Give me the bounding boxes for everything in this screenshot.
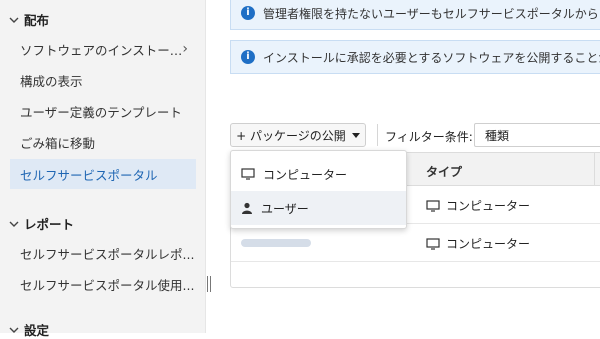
type-cell: コンピューター [426, 197, 530, 214]
publish-label: + パッケージの公開 [236, 128, 346, 143]
filter-value: 種類 [485, 128, 510, 143]
sidebar-item-ssp-usage[interactable]: セルフサービスポータル使用... [10, 269, 196, 299]
info-banner-approval: i インストールに承認を必要とするソフトウェアを公開することがで [230, 40, 600, 74]
sidebar-item-user-templates[interactable]: ユーザー定義のテンプレート [10, 96, 196, 126]
chevron-down-icon [9, 221, 19, 227]
info-icon: i [241, 50, 255, 64]
menu-item-user[interactable]: ユーザー [231, 191, 406, 225]
monitor-icon [426, 199, 440, 212]
section-distribution[interactable]: 配布 [8, 10, 49, 29]
sidebar-item-label: 構成の表示 [20, 73, 83, 89]
section-title: レポート [24, 217, 75, 232]
publish-dropdown-menu: コンピューター ユーザー [230, 150, 407, 229]
type-cell: コンピューター [426, 235, 530, 252]
sidebar-item-label: セルフサービスポータル [20, 167, 158, 183]
sidebar-item-self-service-portal[interactable]: セルフサービスポータル [10, 159, 196, 189]
sidebar-item-trash[interactable]: ごみ箱に移動 [10, 127, 196, 157]
sidebar-item-install-software[interactable]: ソフトウェアのインストー… › [10, 34, 196, 64]
info-icon: i [241, 6, 255, 20]
toolbar-divider [377, 124, 378, 146]
sidebar-resize-handle[interactable] [207, 276, 211, 292]
section-reports[interactable]: レポート [8, 214, 74, 233]
menu-item-label: コンピューター [263, 167, 348, 182]
banner-text: インストールに承認を必要とするソフトウェアを公開することがで [263, 50, 600, 65]
sidebar-item-label: セルフサービスポータル使用... [20, 277, 195, 293]
filter-label: フィルター条件: [385, 130, 473, 144]
menu-item-computer[interactable]: コンピューター [231, 157, 406, 191]
chevron-down-icon [9, 17, 19, 23]
section-settings[interactable]: 設定 [8, 320, 49, 339]
monitor-icon [241, 168, 255, 180]
chevron-right-icon: › [182, 41, 188, 57]
section-title: 配布 [24, 13, 50, 28]
section-title: 設定 [24, 323, 50, 338]
banner-text: 管理者権限を持たないユーザーもセルフサービスポータルからソフ [263, 6, 600, 21]
publish-package-button[interactable]: + パッケージの公開 [230, 123, 366, 147]
type-text: コンピューター [446, 237, 531, 251]
user-icon [242, 202, 252, 214]
caret-down-icon [351, 132, 360, 138]
column-header-type[interactable]: タイプ [426, 163, 462, 180]
menu-item-label: ユーザー [261, 201, 309, 216]
chevron-down-icon [9, 327, 19, 333]
sidebar-item-label: セルフサービスポータルレポ... [20, 246, 195, 262]
monitor-icon [426, 237, 440, 250]
table-row[interactable]: コンピューター [231, 224, 600, 262]
info-banner-admin: i 管理者権限を持たないユーザーもセルフサービスポータルからソフ [230, 0, 600, 30]
filter-type-select[interactable]: 種類 [474, 123, 600, 147]
column-divider [594, 153, 595, 185]
sidebar-item-view-config[interactable]: 構成の表示 [10, 65, 196, 95]
sidebar-item-label: ユーザー定義のテンプレート [20, 104, 182, 120]
sidebar: 配布 ソフトウェアのインストー… › 構成の表示 ユーザー定義のテンプレート ご… [0, 0, 206, 338]
sidebar-item-label: ごみ箱に移動 [20, 135, 96, 151]
redacted-name [241, 239, 311, 247]
type-text: コンピューター [446, 199, 531, 213]
sidebar-item-label: ソフトウェアのインストー… [20, 42, 183, 58]
sidebar-item-ssp-report[interactable]: セルフサービスポータルレポ... [10, 238, 196, 268]
